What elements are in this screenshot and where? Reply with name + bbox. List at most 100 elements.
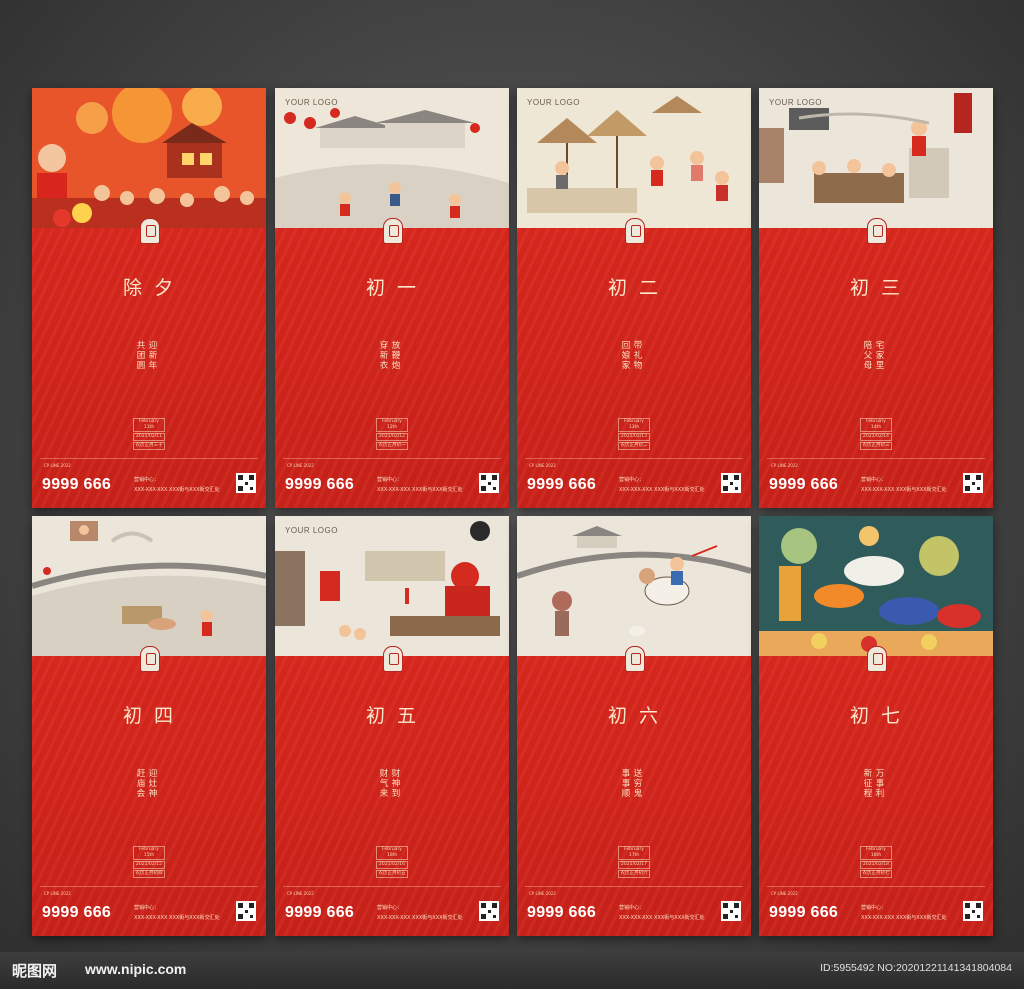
poster-illustration xyxy=(759,516,993,656)
address-label: 营销中心： xyxy=(134,477,160,483)
footer-small-text: CP LINE 2022 xyxy=(529,463,556,468)
qr-code-icon[interactable] xyxy=(236,473,256,493)
date-numeric: 2021/02/15 xyxy=(133,861,165,869)
date-lunar: 农历正月初五 xyxy=(376,870,408,878)
watermark-id: ID:5955492 NO:20201221141341804084 xyxy=(820,962,1012,974)
seal-icon xyxy=(383,646,403,672)
poster-illustration xyxy=(275,516,509,656)
poster-card: YOUR LOGO 初一 放鞭炮 穿新衣 February 12th 2021/… xyxy=(275,88,509,508)
phone-number: 9999 666 xyxy=(527,476,597,493)
qr-code-icon[interactable] xyxy=(721,901,741,921)
subtitle-line-2: 共团圆 xyxy=(136,341,146,371)
footer-divider xyxy=(40,886,258,887)
date-english: February 14th xyxy=(860,418,892,432)
poster-illustration xyxy=(517,88,751,228)
footer-small-text: CP LINE 2022 xyxy=(287,891,314,896)
poster-title: 初六 xyxy=(607,705,670,727)
date-english: February 18th xyxy=(860,846,892,860)
subtitle-line-1: 送穷鬼 xyxy=(633,769,643,799)
qr-code-icon[interactable] xyxy=(963,473,983,493)
date-english: February 13th xyxy=(618,418,650,432)
watermark-site: 昵图网 xyxy=(12,962,58,980)
subtitle-line-1: 宅家里 xyxy=(875,341,885,371)
date-numeric: 2021/02/13 xyxy=(618,433,650,441)
date-english: February 17th xyxy=(618,846,650,860)
date-box: February 15th 2021/02/15 农历正月初四 xyxy=(133,846,165,879)
qr-code-icon[interactable] xyxy=(236,901,256,921)
footer-divider xyxy=(283,886,501,887)
footer-divider xyxy=(525,458,743,459)
date-lunar: 农历正月三十 xyxy=(133,442,165,450)
subtitle-group: 迎灶神 赶庙会 xyxy=(136,769,162,849)
date-box: February 18th 2021/02/18 农历正月初七 xyxy=(860,846,892,879)
subtitle-group: 带礼物 回娘家 xyxy=(621,341,647,421)
seal-icon xyxy=(625,218,645,244)
address-text: XXX-XXX-XXX XXX街与XXX街交汇处 xyxy=(619,487,705,493)
qr-code-icon[interactable] xyxy=(479,473,499,493)
qr-code-icon[interactable] xyxy=(479,901,499,921)
address-text: XXX-XXX-XXX XXX街与XXX街交汇处 xyxy=(619,915,705,921)
footer-divider xyxy=(767,458,985,459)
subtitle-group: 万事利 新征程 xyxy=(863,769,889,849)
logo-text: YOUR LOGO xyxy=(769,98,822,107)
date-box: February 11th 2021/02/11 农历正月三十 xyxy=(133,418,165,451)
qr-code-icon[interactable] xyxy=(963,901,983,921)
subtitle-line-2: 穿新衣 xyxy=(379,341,389,371)
poster-title: 初四 xyxy=(122,705,185,727)
date-numeric: 2021/02/12 xyxy=(376,433,408,441)
seal-icon xyxy=(625,646,645,672)
seal-icon xyxy=(383,218,403,244)
address-text: XXX-XXX-XXX XXX街与XXX街交汇处 xyxy=(861,915,947,921)
subtitle-line-2: 财气来 xyxy=(379,769,389,799)
footer-divider xyxy=(283,458,501,459)
seal-icon xyxy=(140,218,160,244)
watermark-url[interactable]: www.nipic.com xyxy=(85,961,186,977)
date-lunar: 农历正月初七 xyxy=(860,870,892,878)
seal-icon xyxy=(140,646,160,672)
poster-card: YOUR LOGO 初三 宅家里 陪父母 February 14th 2021/… xyxy=(759,88,993,508)
footer-small-text: CP LINE 2022 xyxy=(771,463,798,468)
poster-title: 初二 xyxy=(607,277,670,299)
address-label: 营销中心： xyxy=(861,905,887,911)
poster-illustration xyxy=(759,88,993,228)
address-label: 营销中心： xyxy=(619,477,645,483)
date-box: February 12th 2021/02/12 农历正月初一 xyxy=(376,418,408,451)
subtitle-line-1: 带礼物 xyxy=(633,341,643,371)
date-box: February 14th 2021/02/14 农历正月初三 xyxy=(860,418,892,451)
date-box: February 13th 2021/02/13 农历正月初二 xyxy=(618,418,650,451)
date-lunar: 农历正月初四 xyxy=(133,870,165,878)
footer-divider xyxy=(40,458,258,459)
poster-card: YOUR LOGO 初五 财神到 财气来 February 16th 2021/… xyxy=(275,516,509,936)
footer-small-text: CP LINE 2022 xyxy=(529,891,556,896)
subtitle-group: 送穷鬼 事事顺 xyxy=(621,769,647,849)
address-text: XXX-XXX-XXX XXX街与XXX街交汇处 xyxy=(134,915,220,921)
address-text: XXX-XXX-XXX XXX街与XXX街交汇处 xyxy=(861,487,947,493)
subtitle-line-2: 新征程 xyxy=(863,769,873,799)
address-text: XXX-XXX-XXX XXX街与XXX街交汇处 xyxy=(377,915,463,921)
poster-illustration xyxy=(32,516,266,656)
poster-card: YOUR LOGO 初二 带礼物 回娘家 February 13th 2021/… xyxy=(517,88,751,508)
phone-number: 9999 666 xyxy=(285,904,355,921)
footer-small-text: CP LINE 2022 xyxy=(44,463,71,468)
subtitle-line-1: 迎灶神 xyxy=(148,769,158,799)
qr-code-icon[interactable] xyxy=(721,473,741,493)
date-box: February 16th 2021/02/16 农历正月初五 xyxy=(376,846,408,879)
watermark-bar: 昵图网 www.nipic.com ID:5955492 NO:20201221… xyxy=(0,952,1024,989)
subtitle-line-2: 陪父母 xyxy=(863,341,873,371)
date-english: February 12th xyxy=(376,418,408,432)
subtitle-line-2: 回娘家 xyxy=(621,341,631,371)
date-lunar: 农历正月初六 xyxy=(618,870,650,878)
address-label: 营销中心： xyxy=(377,477,403,483)
footer-divider xyxy=(525,886,743,887)
poster-card: 初四 迎灶神 赶庙会 February 15th 2021/02/15 农历正月… xyxy=(32,516,266,936)
poster-card: 除夕 迎新年 共团圆 February 11th 2021/02/11 农历正月… xyxy=(32,88,266,508)
subtitle-line-1: 财神到 xyxy=(391,769,401,799)
footer-small-text: CP LINE 2022 xyxy=(287,463,314,468)
date-english: February 15th xyxy=(133,846,165,860)
phone-number: 9999 666 xyxy=(285,476,355,493)
address-label: 营销中心： xyxy=(134,905,160,911)
date-english: February 16th xyxy=(376,846,408,860)
subtitle-line-1: 万事利 xyxy=(875,769,885,799)
date-lunar: 农历正月初三 xyxy=(860,442,892,450)
poster-illustration xyxy=(517,516,751,656)
